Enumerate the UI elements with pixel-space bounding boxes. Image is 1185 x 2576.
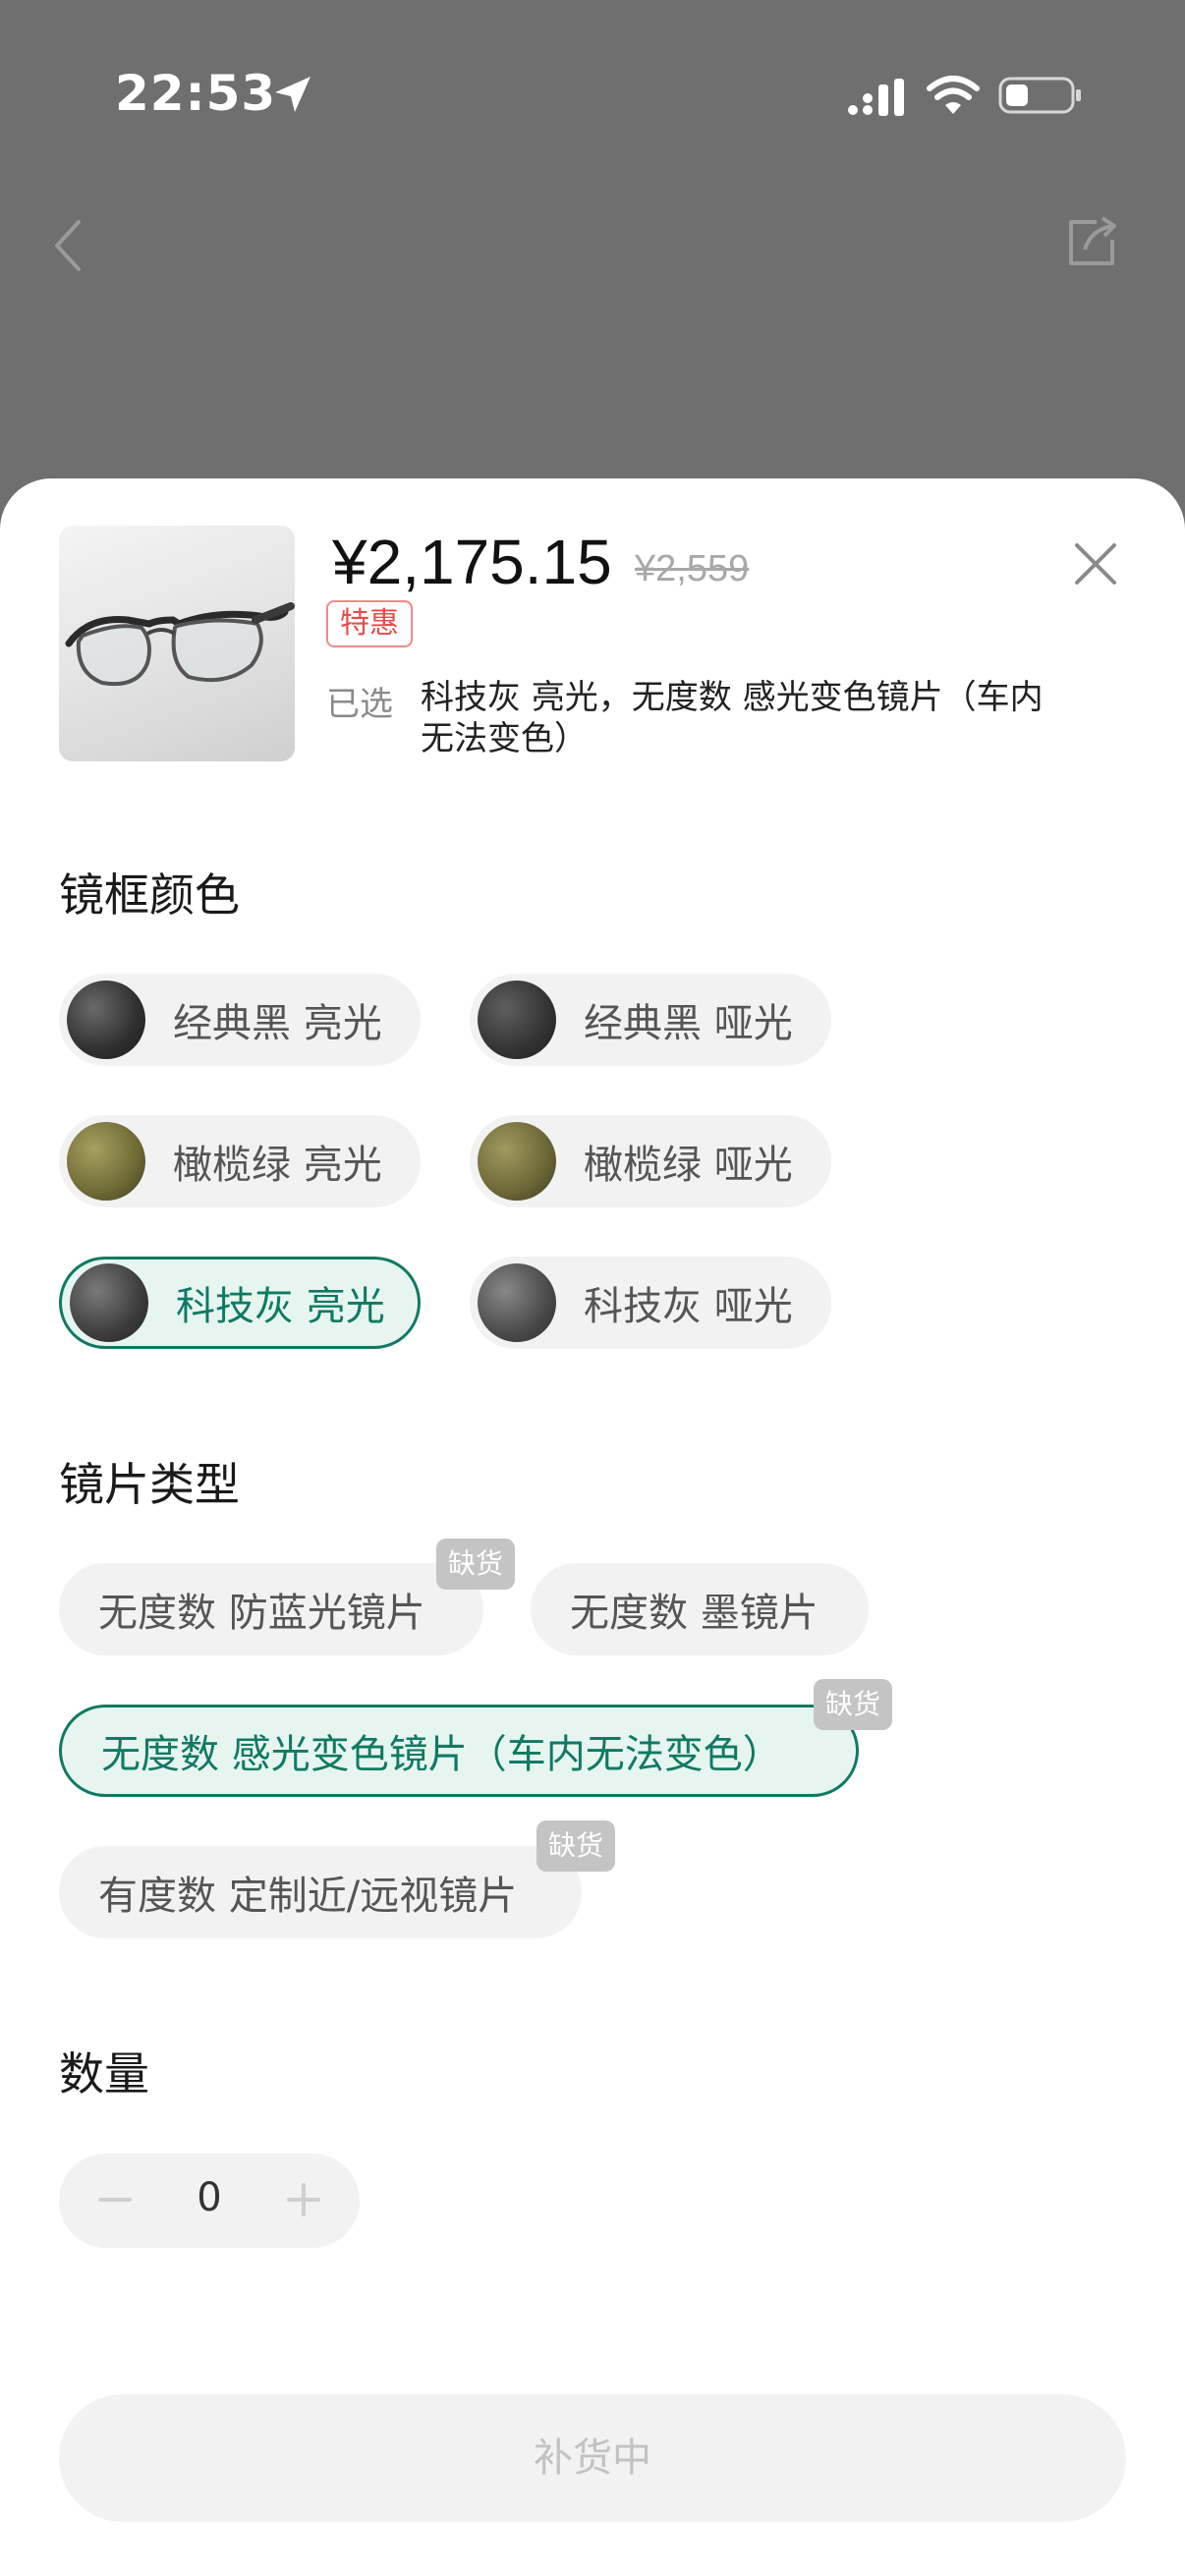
frame-color-label: 科技灰 亮光 — [176, 1284, 385, 1329]
selected-label: 已选 — [326, 685, 393, 724]
lens-option-label: 有度数 定制近/远视镜片 — [98, 1874, 518, 1919]
frame-color-title: 镜框颜色 — [59, 868, 240, 922]
frame-color-option[interactable]: 橄榄绿 哑光 — [470, 1115, 831, 1207]
lens-option[interactable]: 无度数 防蓝光镜片 — [59, 1563, 483, 1655]
quantity-stepper: 0 — [59, 2154, 360, 2248]
location-arrow-icon — [275, 77, 310, 112]
restock-button[interactable]: 补货中 — [59, 2394, 1126, 2522]
deal-badge: 特惠 — [326, 600, 413, 647]
minus-icon[interactable] — [92, 2177, 138, 2222]
lens-option-selected[interactable]: 无度数 感光变色镜片（车内无法变色） — [59, 1705, 859, 1797]
out-of-stock-tag: 缺货 — [436, 1539, 516, 1590]
close-icon[interactable] — [1073, 541, 1118, 587]
swatch-black-glossy — [67, 980, 145, 1059]
quantity-title: 数量 — [59, 2047, 149, 2100]
lens-type-title: 镜片类型 — [59, 1458, 240, 1511]
swatch-black-matte — [478, 980, 556, 1059]
sku-bottom-sheet: ¥2,175.15 ¥2,559 特惠 已选 科技灰 亮光，无度数 感光变色镜片… — [0, 478, 1185, 2576]
current-price: ¥2,175.15 — [332, 527, 612, 597]
selected-value: 科技灰 亮光，无度数 感光变色镜片（车内无法变色） — [421, 678, 1044, 758]
swatch-gray-matte — [478, 1263, 556, 1342]
screen: 22:53 ¥2,175.15 ¥2,559 特惠 已选 科技灰 亮光，无度数 … — [0, 0, 1185, 2576]
swatch-olive-glossy — [67, 1122, 145, 1201]
status-time: 22:53 — [115, 65, 277, 122]
frame-color-label: 橄榄绿 亮光 — [173, 1143, 382, 1188]
back-icon[interactable] — [49, 216, 88, 275]
out-of-stock-tag: 缺货 — [814, 1679, 893, 1730]
swatch-gray-glossy — [70, 1263, 148, 1342]
wifi-icon — [927, 76, 980, 114]
frame-color-option[interactable]: 科技灰 哑光 — [470, 1257, 831, 1349]
plus-icon[interactable] — [281, 2177, 326, 2222]
lens-option[interactable]: 有度数 定制近/远视镜片 — [59, 1846, 582, 1938]
glasses-image — [65, 602, 295, 686]
frame-color-option[interactable]: 橄榄绿 亮光 — [59, 1115, 421, 1207]
lens-option-label: 无度数 防蓝光镜片 — [98, 1591, 425, 1636]
original-price: ¥2,559 — [635, 548, 750, 589]
lens-option[interactable]: 无度数 墨镜片 — [531, 1563, 869, 1655]
frame-color-option[interactable]: 经典黑 哑光 — [470, 974, 831, 1066]
signal-icon — [848, 79, 904, 116]
frame-color-label: 经典黑 哑光 — [584, 1001, 793, 1046]
frame-color-option[interactable]: 经典黑 亮光 — [59, 974, 421, 1066]
frame-color-label: 经典黑 亮光 — [173, 1001, 382, 1046]
swatch-olive-matte — [478, 1122, 556, 1201]
share-icon[interactable] — [1063, 214, 1120, 271]
out-of-stock-tag: 缺货 — [536, 1820, 616, 1872]
frame-color-label: 橄榄绿 哑光 — [584, 1143, 793, 1188]
frame-color-label: 科技灰 哑光 — [584, 1284, 793, 1329]
product-thumbnail — [59, 526, 295, 761]
frame-color-option-selected[interactable]: 科技灰 亮光 — [59, 1257, 421, 1349]
lens-option-label: 无度数 感光变色镜片（车内无法变色） — [101, 1732, 782, 1777]
battery-icon — [998, 77, 1081, 114]
lens-option-label: 无度数 墨镜片 — [570, 1591, 818, 1636]
quantity-value[interactable]: 0 — [167, 2175, 252, 2220]
